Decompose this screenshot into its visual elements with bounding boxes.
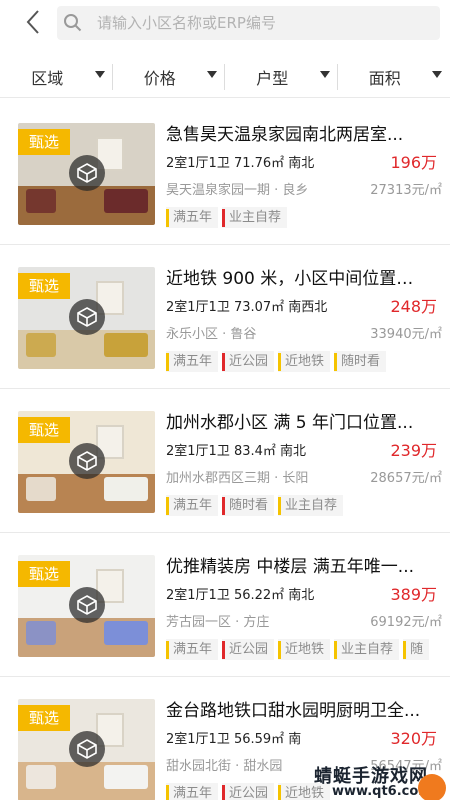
filter-label: 面积 <box>368 68 401 88</box>
tag-row: 满五年 近公园 近地铁 随时看 <box>166 350 442 372</box>
filter-layout[interactable]: 户型 <box>225 56 338 97</box>
listing-title[interactable]: 近地铁 900 米，小区中间位置，... <box>166 264 428 289</box>
caret-down-icon <box>207 71 217 78</box>
selected-badge: 甄选 <box>18 417 70 443</box>
listing-location: 芳古园一区 · 方庄 <box>166 615 270 630</box>
feature-tag: 随 <box>403 639 430 660</box>
listing-price: 248万 <box>390 297 437 316</box>
selected-badge: 甄选 <box>18 705 70 731</box>
caret-down-icon <box>94 71 105 78</box>
vr-cube-icon[interactable] <box>69 587 105 623</box>
filter-label: 价格 <box>143 68 176 88</box>
top-bar <box>0 0 450 46</box>
listing-location: 昊天温泉家园一期 · 良乡 <box>166 183 309 198</box>
feature-tag: 满五年 <box>166 783 219 800</box>
back-icon[interactable] <box>22 9 46 35</box>
feature-tag: 近公园 <box>222 351 275 372</box>
listing-unit-price: 69192元/㎡ <box>370 615 442 630</box>
listing-unit-price: 33940元/㎡ <box>370 327 442 342</box>
listing-unit-price: 28657元/㎡ <box>370 471 442 486</box>
listing-title[interactable]: 急售昊天温泉家园南北两居室... <box>166 120 428 145</box>
search-box[interactable] <box>57 6 440 40</box>
feature-tag: 满五年 <box>166 207 219 228</box>
feature-tag: 满五年 <box>166 351 219 372</box>
listing-item[interactable]: 甄选 近地铁 900 米，小区中间位置，... 2室1厅1卫 73.07㎡ 南西… <box>0 245 450 389</box>
search-input[interactable] <box>97 6 427 40</box>
feature-tag: 近地铁 <box>278 639 331 660</box>
listing-price: 320万 <box>390 729 437 748</box>
listing-spec: 2室1厅1卫 56.59㎡ 南 <box>166 732 302 747</box>
selected-badge: 甄选 <box>18 561 70 587</box>
listing-price: 389万 <box>390 585 437 604</box>
listing-location: 甜水园北街 · 甜水园 <box>166 759 283 774</box>
listing-location: 加州水郡西区三期 · 长阳 <box>166 471 309 486</box>
listing-title[interactable]: 优推精装房 中楼层 满五年唯一... <box>166 552 428 577</box>
listing-list: 甄选 急售昊天温泉家园南北两居室... 2室1厅1卫 71.76㎡ 南北 196… <box>0 101 450 800</box>
listing-spec: 2室1厅1卫 83.4㎡ 南北 <box>166 444 307 459</box>
listing-price: 196万 <box>390 153 437 172</box>
caret-down-icon <box>432 71 442 78</box>
feature-tag: 随时看 <box>222 495 275 516</box>
listing-item[interactable]: 甄选 加州水郡小区 满 5 年门口位置... 2室1厅1卫 83.4㎡ 南北 2… <box>0 389 450 533</box>
listing-photo[interactable]: 甄选 <box>18 555 155 657</box>
search-icon <box>63 13 83 33</box>
vr-cube-icon[interactable] <box>69 731 105 767</box>
feature-tag: 满五年 <box>166 495 219 516</box>
listing-title[interactable]: 金台路地铁口甜水园明厨明卫全... <box>166 696 428 721</box>
listing-location: 永乐小区 · 鲁谷 <box>166 327 257 342</box>
filter-region[interactable]: 区域 <box>0 56 113 97</box>
listing-price: 239万 <box>390 441 437 460</box>
caret-down-icon <box>319 71 330 78</box>
tag-row: 满五年 随时看 业主自荐 <box>166 494 442 516</box>
feature-tag: 近公园 <box>222 783 275 800</box>
watermark-url: www.qt6.com <box>332 784 432 799</box>
feature-tag: 近地铁 <box>278 351 331 372</box>
feature-tag: 近公园 <box>222 639 275 660</box>
filter-bar: 区域 价格 户型 面积 <box>0 56 450 98</box>
feature-tag: 业主自荐 <box>222 207 288 228</box>
selected-badge: 甄选 <box>18 129 70 155</box>
filter-label: 户型 <box>256 68 289 88</box>
listing-spec: 2室1厅1卫 71.76㎡ 南北 <box>166 156 315 171</box>
vr-cube-icon[interactable] <box>69 299 105 335</box>
filter-area[interactable]: 面积 <box>338 56 450 97</box>
filter-label: 区域 <box>31 68 64 88</box>
vr-cube-icon[interactable] <box>69 443 105 479</box>
listing-spec: 2室1厅1卫 73.07㎡ 南西北 <box>166 300 328 315</box>
listing-title[interactable]: 加州水郡小区 满 5 年门口位置... <box>166 408 428 433</box>
watermark: 蜻蜓手游戏网 www.qt6.com <box>310 762 450 800</box>
vr-cube-icon[interactable] <box>69 155 105 191</box>
listing-photo[interactable]: 甄选 <box>18 699 155 800</box>
feature-tag: 满五年 <box>166 639 219 660</box>
filter-price[interactable]: 价格 <box>113 56 225 97</box>
listing-photo[interactable]: 甄选 <box>18 411 155 513</box>
feature-tag: 随时看 <box>334 351 387 372</box>
listing-photo[interactable]: 甄选 <box>18 267 155 369</box>
feature-tag: 业主自荐 <box>334 639 400 660</box>
listing-spec: 2室1厅1卫 56.22㎡ 南北 <box>166 588 315 603</box>
listing-item[interactable]: 甄选 优推精装房 中楼层 满五年唯一... 2室1厅1卫 56.22㎡ 南北 3… <box>0 533 450 677</box>
listing-item[interactable]: 甄选 急售昊天温泉家园南北两居室... 2室1厅1卫 71.76㎡ 南北 196… <box>0 101 450 245</box>
listing-photo[interactable]: 甄选 <box>18 123 155 225</box>
listing-unit-price: 27313元/㎡ <box>370 183 442 198</box>
tag-row: 满五年 近公园 近地铁 业主自荐随 <box>166 638 442 660</box>
feature-tag: 业主自荐 <box>278 495 344 516</box>
watermark-badge <box>418 774 446 800</box>
selected-badge: 甄选 <box>18 273 70 299</box>
tag-row: 满五年 业主自荐 <box>166 206 442 228</box>
